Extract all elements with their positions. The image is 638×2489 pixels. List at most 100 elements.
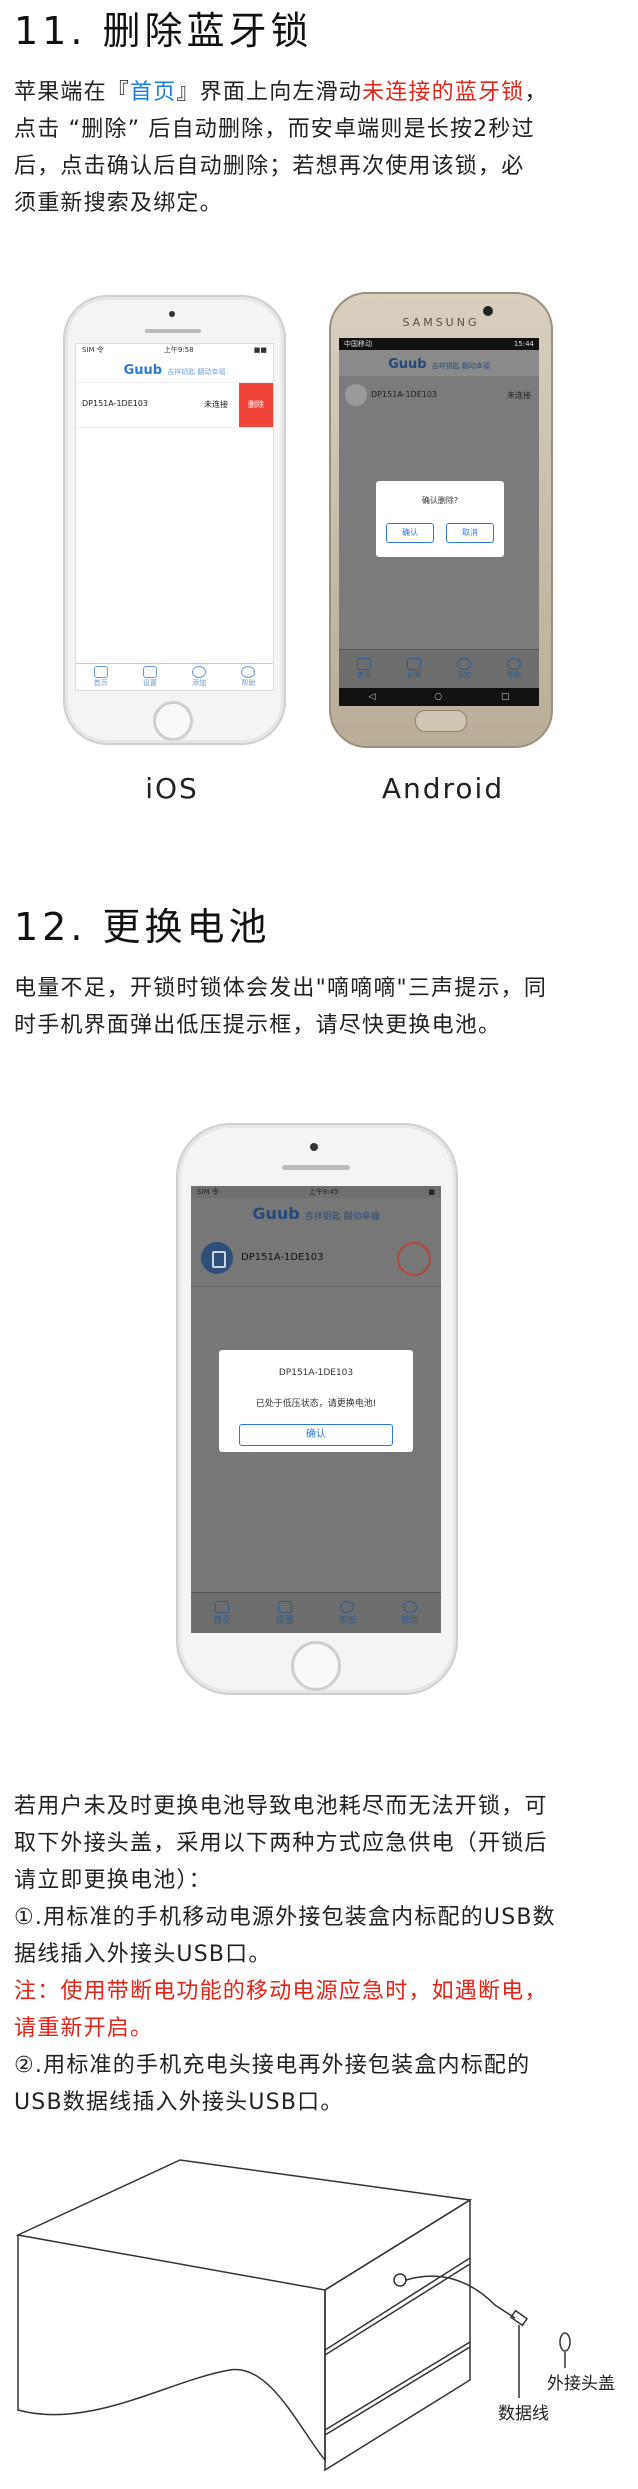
tab-bar: 首页 设置 添加 帮助	[339, 649, 539, 688]
lock-top-face	[15, 2159, 473, 2291]
ios-caption: iOS	[145, 772, 199, 805]
tab-settings[interactable]: 设置	[407, 658, 421, 680]
para-line: 若用户未及时更换电池导致电池耗尽而无法开锁，可	[14, 1794, 548, 1819]
lock-side-plate	[324, 2198, 471, 2472]
android-nav-bar: ◁ ○ □	[339, 688, 539, 706]
usb-port	[393, 2273, 407, 2287]
para-line: 据线插入外接头USB口。	[14, 1942, 272, 1967]
back-icon[interactable]: ◁	[368, 692, 375, 702]
battery-icon: ■	[428, 1188, 435, 1196]
para-line: 取下外接头盖，采用以下两种方式应急供电（开锁后	[14, 1831, 548, 1856]
battery-screen: SIM 令 上午9:45 ■ Guub 吉祥钥匙 翻动幸福 DP151A-1DE…	[191, 1186, 441, 1633]
gear-icon	[277, 1600, 292, 1613]
confirm-button[interactable]: 确认	[239, 1424, 393, 1446]
device-row[interactable]: DP151A-1DE103	[191, 1230, 441, 1287]
brand-logo: Guub	[252, 1204, 300, 1223]
home-button[interactable]	[291, 1641, 341, 1691]
para-line: 须重新搜索及绑定。	[14, 191, 223, 216]
para-line: 时手机界面弹出低压提示框，请尽快更换电池。	[14, 1013, 502, 1038]
home-nav-icon[interactable]: ○	[434, 692, 442, 702]
brand-slogan: 吉祥钥匙 翻动幸福	[304, 1212, 380, 1222]
para-text: 苹果端在『	[14, 80, 131, 105]
section-11-paragraph: 苹果端在『首页』界面上向左滑动未连接的蓝牙锁， 点击 “删除” 后自动删除，而安…	[14, 74, 629, 222]
tab-home[interactable]: 首页	[93, 666, 108, 688]
tab-settings[interactable]: 设置	[142, 666, 157, 688]
para-line: ①.用标准的手机移动电源外接包装盒内标配的USB数	[14, 1905, 556, 1930]
tab-help[interactable]: 帮助	[507, 658, 521, 680]
para-line: USB数据线插入外接头USB口。	[14, 2090, 344, 2115]
low-battery-lock-icon[interactable]	[397, 1242, 431, 1276]
status-time: 上午9:58	[163, 346, 194, 354]
para-text: 』界面上向左滑动	[176, 80, 363, 105]
confirm-button[interactable]: 确认	[386, 523, 434, 543]
section-12-heading: 12. 更换电池	[14, 905, 271, 949]
camera-icon	[310, 1143, 318, 1151]
status-carrier: SIM 令	[197, 1188, 219, 1196]
section-12-paragraph: 电量不足，开锁时锁体会发出"嘀嘀嘀"三声提示，同 时手机界面弹出低压提示框，请尽…	[14, 970, 629, 1044]
brand-slogan: 吉祥钥匙 翻动幸福	[431, 362, 490, 370]
speaker-grille	[145, 329, 201, 333]
gear-icon	[142, 666, 157, 678]
note-line: 请重新开启。	[14, 2016, 154, 2041]
para-text: ，	[524, 80, 548, 105]
status-carrier: SIM 令	[82, 346, 104, 354]
tab-add[interactable]: 添加	[192, 666, 207, 688]
status-carrier: 中国移动	[344, 340, 372, 348]
tab-home[interactable]: 首页	[213, 1600, 231, 1626]
tab-add[interactable]: 添加	[457, 658, 471, 680]
gear-icon	[407, 658, 421, 670]
home-page-link[interactable]: 首页	[130, 80, 176, 105]
recents-icon[interactable]: □	[501, 692, 510, 702]
tab-bar: 首页 设置 添加 帮助	[76, 663, 273, 690]
status-bar: 中国移动 15:44	[339, 338, 539, 350]
status-time: 上午9:45	[308, 1188, 339, 1196]
home-icon	[215, 1600, 230, 1613]
note-line: 注：使用带断电功能的移动电源应急时，如遇断电，	[14, 1979, 548, 2004]
ios-phone-frame: SIM 令 上午9:58 ■■ Guub 吉祥钥匙 翻动幸福 DP151A-1D…	[63, 295, 286, 745]
tab-home[interactable]: 首页	[357, 658, 371, 680]
lock-cable-diagram	[15, 2159, 571, 2472]
cancel-button[interactable]: 取消	[446, 523, 494, 543]
home-icon	[93, 666, 108, 678]
tab-help[interactable]: 帮助	[241, 666, 256, 688]
app-header: Guub 吉祥钥匙 翻动幸福	[76, 356, 273, 382]
usb-plug	[509, 2309, 529, 2327]
dialog-title: 确认删除?	[421, 496, 459, 505]
app-header: Guub 吉祥钥匙 翻动幸福	[339, 350, 539, 376]
tab-bar: 首页 设置 添加 帮助	[191, 1592, 441, 1633]
tab-settings[interactable]: 设置	[276, 1600, 294, 1626]
battery-phone-frame: SIM 令 上午9:45 ■ Guub 吉祥钥匙 翻动幸福 DP151A-1DE…	[176, 1123, 458, 1695]
lock-icon	[201, 1242, 233, 1274]
app-header: Guub 吉祥钥匙 翻动幸福	[191, 1198, 441, 1230]
dialog-title: DP151A-1DE103	[278, 1368, 354, 1378]
unconnected-lock-highlight: 未连接的蓝牙锁	[362, 80, 525, 105]
device-name: DP151A-1DE103	[371, 390, 438, 399]
cap-label: 外接头盖	[547, 2374, 615, 2394]
android-caption: Android	[381, 772, 505, 805]
help-icon	[402, 1600, 417, 1613]
device-name: DP151A-1DE103	[241, 1252, 324, 1263]
para-line: 电量不足，开锁时锁体会发出"嘀嘀嘀"三声提示，同	[14, 976, 548, 1001]
device-row[interactable]: DP151A-1DE103 未连接	[339, 376, 539, 416]
speaker-grille	[282, 1165, 350, 1170]
status-bar: SIM 令 上午9:58 ■■	[76, 344, 273, 356]
brand-logo: Guub	[123, 363, 163, 378]
home-button[interactable]	[415, 710, 467, 732]
low-battery-dialog: DP151A-1DE103 已处于低压状态，请更换电池! 确认	[219, 1350, 413, 1452]
para-line: 请立即更换电池）：	[14, 1868, 212, 1893]
ios-screen: SIM 令 上午9:58 ■■ Guub 吉祥钥匙 翻动幸福 DP151A-1D…	[75, 343, 274, 691]
lock-icon	[345, 384, 367, 406]
device-row[interactable]: DP151A-1DE103 未连接 删除	[76, 382, 273, 428]
tab-add[interactable]: 添加	[338, 1600, 356, 1626]
tab-help[interactable]: 帮助	[401, 1600, 419, 1626]
home-icon	[357, 658, 371, 670]
plus-icon	[340, 1600, 355, 1613]
device-status: 未连接	[507, 391, 531, 400]
section-11-heading: 11. 删除蓝牙锁	[14, 9, 313, 53]
home-button[interactable]	[153, 701, 193, 741]
android-screen: 中国移动 15:44 Guub 吉祥钥匙 翻动幸福 DP151A-1DE103 …	[339, 338, 539, 688]
delete-button[interactable]: 删除	[239, 383, 273, 427]
device-name: DP151A-1DE103	[82, 399, 149, 408]
emergency-paragraph: 若用户未及时更换电池导致电池耗尽而无法开锁，可 取下外接头盖，采用以下两种方式应…	[14, 1788, 629, 2121]
confirm-delete-dialog: 确认删除? 确认 取消	[376, 481, 504, 557]
